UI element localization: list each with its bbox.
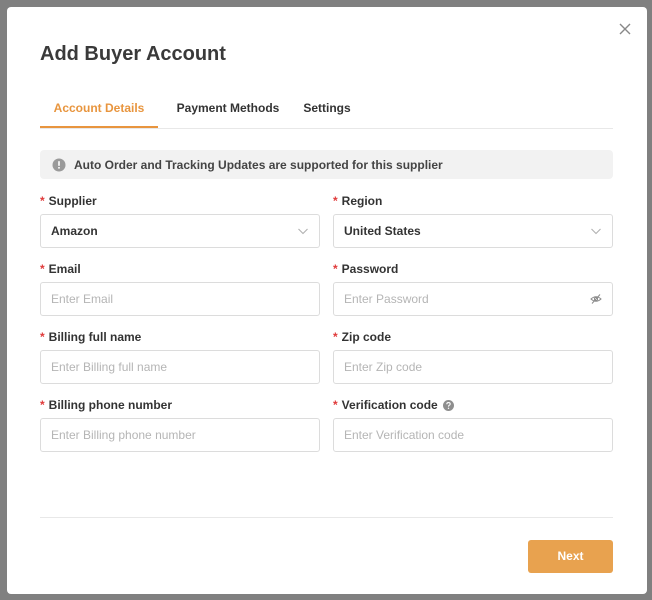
required-marker: *: [333, 398, 338, 412]
required-marker: *: [333, 262, 338, 276]
billing-phone-label-text: Billing phone number: [48, 398, 172, 412]
close-icon: [619, 23, 631, 35]
required-marker: *: [40, 262, 45, 276]
notice-text: Auto Order and Tracking Updates are supp…: [74, 157, 443, 172]
add-buyer-account-modal: Add Buyer Account Account Details Paymen…: [7, 7, 647, 594]
tab-account-details[interactable]: Account Details: [40, 93, 158, 128]
region-label: * Region: [333, 193, 613, 209]
region-select[interactable]: United States: [333, 214, 613, 248]
verification-code-label: * Verification code: [333, 397, 613, 413]
supplier-label: * Supplier: [40, 193, 320, 209]
chevron-down-icon: [591, 228, 601, 235]
tab-settings[interactable]: Settings: [298, 93, 356, 128]
zip-code-field: * Zip code Enter Zip code: [333, 329, 613, 384]
email-field: * Email Enter Email: [40, 261, 320, 316]
password-label: * Password: [333, 261, 613, 277]
billing-name-field: * Billing full name Enter Billing full n…: [40, 329, 320, 384]
supplier-select-value: Amazon: [51, 224, 98, 238]
supplier-support-notice: Auto Order and Tracking Updates are supp…: [40, 150, 613, 179]
required-marker: *: [333, 194, 338, 208]
email-placeholder: Enter Email: [51, 292, 114, 306]
zip-code-input[interactable]: Enter Zip code: [333, 350, 613, 384]
region-label-text: Region: [341, 194, 383, 208]
billing-name-input[interactable]: Enter Billing full name: [40, 350, 320, 384]
supplier-field: * Supplier Amazon: [40, 193, 320, 248]
eye-slash-icon[interactable]: [590, 293, 602, 305]
close-button[interactable]: [617, 21, 633, 37]
email-label: * Email: [40, 261, 320, 277]
billing-phone-label: * Billing phone number: [40, 397, 320, 413]
password-label-text: Password: [341, 262, 399, 276]
tab-bar: Account Details Payment Methods Settings: [40, 93, 613, 129]
email-label-text: Email: [48, 262, 81, 276]
zip-code-placeholder: Enter Zip code: [344, 360, 423, 374]
verification-code-placeholder: Enter Verification code: [344, 428, 465, 442]
chevron-down-icon: [298, 228, 308, 235]
info-circle-icon: [52, 158, 66, 171]
billing-phone-placeholder: Enter Billing phone number: [51, 428, 196, 442]
region-select-value: United States: [344, 224, 421, 238]
required-marker: *: [333, 330, 338, 344]
zip-code-label: * Zip code: [333, 329, 613, 345]
required-marker: *: [40, 194, 45, 208]
password-input[interactable]: Enter Password: [333, 282, 613, 316]
billing-name-label-text: Billing full name: [48, 330, 142, 344]
modal-title: Add Buyer Account: [40, 43, 226, 65]
password-placeholder: Enter Password: [344, 292, 429, 306]
password-field: * Password Enter Password: [333, 261, 613, 316]
verification-code-input[interactable]: Enter Verification code: [333, 418, 613, 452]
required-marker: *: [40, 330, 45, 344]
supplier-select[interactable]: Amazon: [40, 214, 320, 248]
email-input[interactable]: Enter Email: [40, 282, 320, 316]
next-button[interactable]: Next: [528, 540, 613, 573]
billing-phone-input[interactable]: Enter Billing phone number: [40, 418, 320, 452]
required-marker: *: [40, 398, 45, 412]
region-field: * Region United States: [333, 193, 613, 248]
question-circle-icon[interactable]: [442, 399, 454, 411]
billing-phone-field: * Billing phone number Enter Billing pho…: [40, 397, 320, 452]
tab-payment-methods[interactable]: Payment Methods: [167, 93, 289, 128]
zip-code-label-text: Zip code: [341, 330, 392, 344]
verification-code-label-text: Verification code: [341, 398, 438, 412]
verification-code-field: * Verification code Enter Verification c…: [333, 397, 613, 452]
billing-name-label: * Billing full name: [40, 329, 320, 345]
footer-divider: [40, 517, 613, 518]
billing-name-placeholder: Enter Billing full name: [51, 360, 168, 374]
supplier-label-text: Supplier: [48, 194, 97, 208]
